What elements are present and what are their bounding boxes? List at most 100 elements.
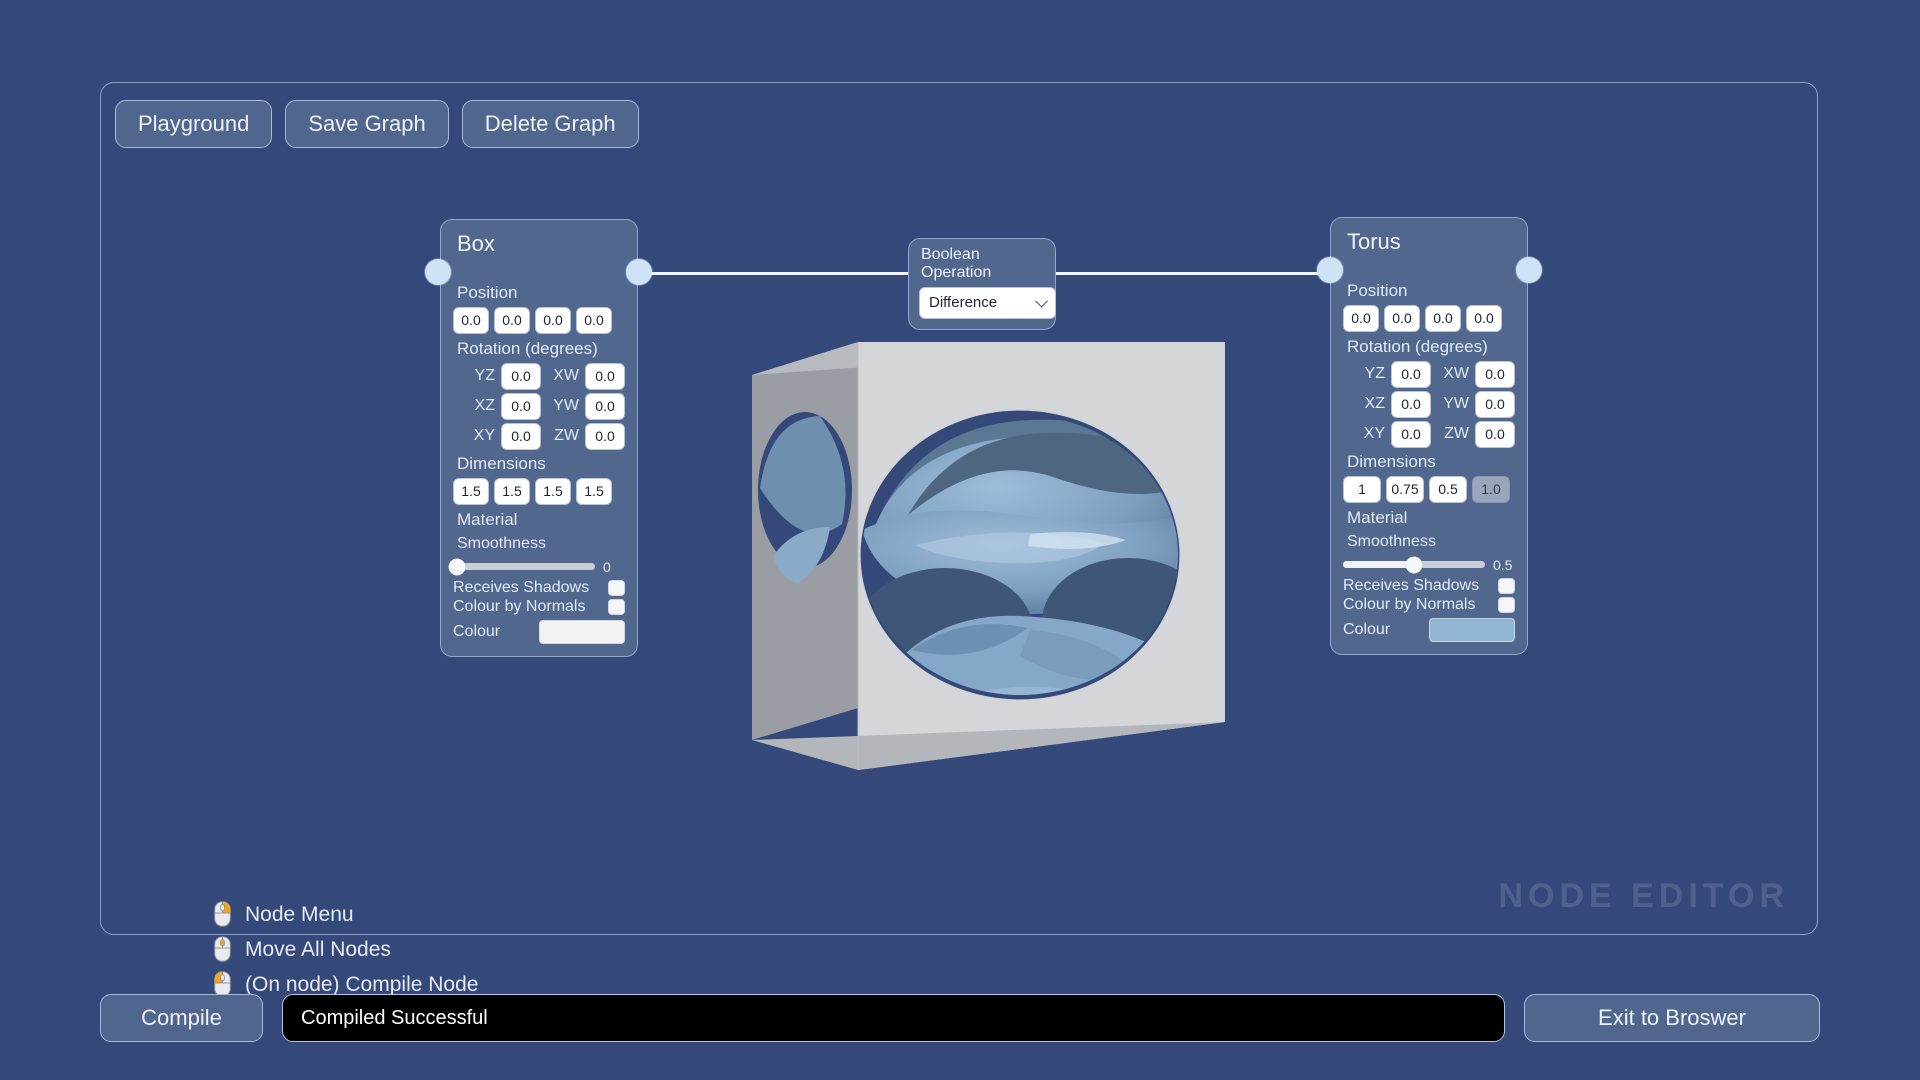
dimensions-row xyxy=(453,477,625,505)
toolbar: Playground Save Graph Delete Graph xyxy=(115,100,639,148)
torus-colour-by-normals-row[interactable]: Colour by Normals xyxy=(1343,596,1515,614)
smoothness-label: Smoothness xyxy=(457,534,546,552)
box-rotation-yz[interactable] xyxy=(501,362,541,390)
save-graph-button[interactable]: Save Graph xyxy=(285,100,449,148)
torus-rotation-xz[interactable] xyxy=(1391,390,1431,418)
position-row xyxy=(453,306,625,334)
torus-dimension-3[interactable] xyxy=(1429,475,1467,503)
boolean-operation-value: Difference xyxy=(929,294,998,311)
torus-position-w[interactable] xyxy=(1466,304,1502,332)
box-smoothness-slider[interactable]: 0 xyxy=(448,558,625,576)
axis-label-yw: YW xyxy=(1443,395,1469,413)
wire-box-to-boolean xyxy=(640,272,910,275)
position-label: Position xyxy=(457,282,518,302)
box-dimension-3[interactable] xyxy=(535,477,571,505)
torus-input-port[interactable] xyxy=(1317,257,1343,283)
torus-smoothness-slider[interactable]: 0.5 xyxy=(1343,556,1515,574)
boolean-operation-select[interactable]: Difference xyxy=(919,287,1056,319)
slider-knob[interactable] xyxy=(1405,556,1423,574)
dimensions-row xyxy=(1343,475,1515,503)
axis-label-zw: ZW xyxy=(554,427,579,445)
torus-dimension-2[interactable] xyxy=(1386,475,1424,503)
axis-label-yw: YW xyxy=(553,397,579,415)
position-label: Position xyxy=(1347,280,1408,300)
torus-colour-by-normals-checkbox[interactable] xyxy=(1498,596,1515,613)
box-input-port[interactable] xyxy=(425,259,451,285)
material-label: Material xyxy=(457,509,518,529)
compile-console: Compiled Successful xyxy=(282,994,1505,1042)
axis-label-yz: YZ xyxy=(1364,365,1385,383)
box-dimension-2[interactable] xyxy=(494,477,530,505)
rotation-row: YZ XW xyxy=(1343,360,1515,388)
torus-position-y[interactable] xyxy=(1384,304,1420,332)
box-rotation-xy[interactable] xyxy=(501,422,541,450)
material-label: Material xyxy=(1347,507,1408,527)
receives-shadows-label: Receives Shadows xyxy=(453,578,590,596)
slider-track[interactable] xyxy=(1343,556,1485,574)
dimensions-label: Dimensions xyxy=(1347,451,1436,471)
legend-item: Move All Nodes xyxy=(214,936,478,962)
axis-label-xy: XY xyxy=(1363,425,1385,443)
exit-to-browser-button[interactable]: Exit to Broswer xyxy=(1524,994,1820,1042)
box-smoothness-value: 0 xyxy=(603,558,611,575)
position-row xyxy=(1343,304,1515,332)
rotation-label: Rotation (degrees) xyxy=(1347,336,1488,356)
box-position-y[interactable] xyxy=(494,306,530,334)
delete-graph-button[interactable]: Delete Graph xyxy=(461,100,639,148)
torus-dimension-4 xyxy=(1472,475,1510,503)
node-boolean-operation[interactable]: Boolean Operation Difference xyxy=(908,238,1056,330)
footer-bar: Compile Compiled Successful Exit to Bros… xyxy=(100,994,1820,1042)
node-box[interactable]: Box Position Rotation (degrees) YZ XW XZ… xyxy=(440,219,638,657)
torus-rotation-yw[interactable] xyxy=(1475,390,1515,418)
editor-canvas-frame: Playground Save Graph Delete Graph NODE … xyxy=(100,82,1818,997)
slider-track[interactable] xyxy=(448,558,595,576)
torus-receives-shadows-checkbox[interactable] xyxy=(1498,577,1515,594)
axis-label-xz: XZ xyxy=(474,397,495,415)
torus-position-x[interactable] xyxy=(1343,304,1379,332)
torus-rotation-xy[interactable] xyxy=(1391,420,1431,448)
colour-label: Colour xyxy=(453,622,501,640)
playground-button[interactable]: Playground xyxy=(115,100,273,148)
torus-smoothness-value: 0.5 xyxy=(1493,556,1513,573)
legend-label: Move All Nodes xyxy=(245,937,391,961)
rotation-row: XY ZW xyxy=(453,422,625,450)
torus-colour-swatch[interactable] xyxy=(1429,617,1515,642)
box-receives-shadows-checkbox[interactable] xyxy=(608,579,625,596)
axis-label-xw: XW xyxy=(1443,365,1469,383)
box-rotation-xz[interactable] xyxy=(501,392,541,420)
box-dimension-4[interactable] xyxy=(576,477,612,505)
slider-knob[interactable] xyxy=(448,558,466,576)
axis-label-zw: ZW xyxy=(1444,425,1469,443)
box-colour-swatch[interactable] xyxy=(539,619,625,644)
torus-dimension-1[interactable] xyxy=(1343,475,1381,503)
compile-button[interactable]: Compile xyxy=(100,994,263,1042)
box-colour-row[interactable]: Colour xyxy=(453,619,625,644)
torus-rotation-yz[interactable] xyxy=(1391,360,1431,388)
axis-label-xw: XW xyxy=(553,367,579,385)
node-title-torus: Torus xyxy=(1347,229,1401,254)
receives-shadows-label: Receives Shadows xyxy=(1343,576,1480,594)
torus-rotation-zw[interactable] xyxy=(1475,420,1515,448)
torus-receives-shadows-row[interactable]: Receives Shadows xyxy=(1343,577,1515,595)
box-colour-by-normals-row[interactable]: Colour by Normals xyxy=(453,598,625,616)
torus-output-port[interactable] xyxy=(1516,257,1542,283)
node-title-box: Box xyxy=(457,231,495,256)
torus-colour-row[interactable]: Colour xyxy=(1343,617,1515,642)
torus-position-z[interactable] xyxy=(1425,304,1461,332)
box-position-x[interactable] xyxy=(453,306,489,334)
box-colour-by-normals-checkbox[interactable] xyxy=(608,598,625,615)
box-rotation-zw[interactable] xyxy=(585,422,625,450)
mouse-shortcuts-legend: Node Menu Move All Nodes (On node) Compi… xyxy=(214,901,478,1006)
torus-rotation-xw[interactable] xyxy=(1475,360,1515,388)
box-output-port[interactable] xyxy=(626,259,652,285)
box-position-w[interactable] xyxy=(576,306,612,334)
box-rotation-yw[interactable] xyxy=(585,392,625,420)
node-editor-watermark: NODE EDITOR xyxy=(1498,877,1789,915)
node-torus[interactable]: Torus Position Rotation (degrees) YZ XW … xyxy=(1330,217,1528,655)
mouse-middle-button-icon xyxy=(214,936,231,962)
box-position-z[interactable] xyxy=(535,306,571,334)
box-rotation-xw[interactable] xyxy=(585,362,625,390)
mouse-right-button-icon xyxy=(214,901,231,927)
box-dimension-1[interactable] xyxy=(453,477,489,505)
box-receives-shadows-row[interactable]: Receives Shadows xyxy=(453,579,625,597)
